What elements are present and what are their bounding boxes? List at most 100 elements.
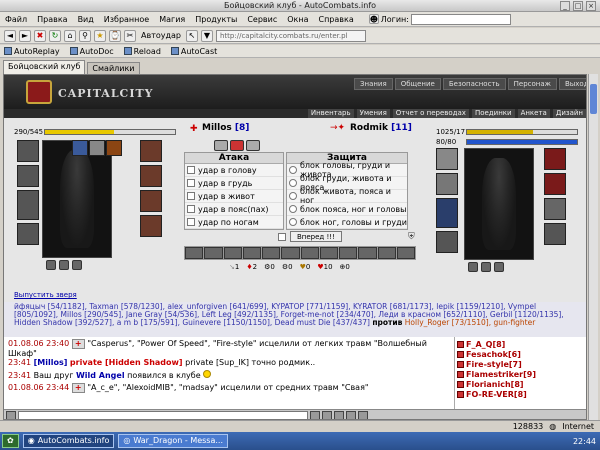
defense-row[interactable]: блок пояса, ног и головы (287, 203, 407, 216)
online-user[interactable]: Fesachok[6] (457, 349, 586, 359)
defense-radio[interactable] (289, 179, 297, 187)
enemy-boots-slot[interactable] (544, 223, 566, 245)
defense-radio[interactable] (289, 218, 297, 226)
spell-icon[interactable] (319, 247, 338, 259)
boots-slot[interactable] (140, 215, 162, 237)
menu-exit[interactable]: Выход (558, 78, 586, 90)
chat-time[interactable]: 01.08.06 23:44 (8, 383, 69, 392)
ring-slot[interactable] (481, 262, 491, 272)
bookmark-autocast[interactable]: AutoCast (170, 47, 217, 56)
online-user[interactable]: Florianich[8] (457, 379, 586, 389)
submenu-transfers[interactable]: Отчет о переводах (392, 109, 469, 118)
submenu-inventory[interactable]: Инвентарь (307, 109, 354, 118)
attack-checkbox[interactable] (187, 218, 195, 226)
enemy-name[interactable]: Rodmik [11] (350, 123, 412, 133)
search-icon[interactable]: ⚲ (79, 29, 91, 42)
bookmark-reload[interactable]: Reload (123, 47, 161, 56)
player-name[interactable]: Millos [8] (202, 123, 249, 133)
menu-help[interactable]: Справка (317, 15, 354, 24)
enemy-bracers-slot[interactable] (544, 173, 566, 195)
refresh-icon[interactable]: ↻ (49, 29, 61, 42)
attack-row[interactable]: удар в грудь (185, 177, 283, 190)
ring-slot[interactable] (494, 262, 504, 272)
opponents-list[interactable]: Holly_Roger [73/1510], gun-fighter (405, 318, 536, 327)
helmet-slot[interactable] (17, 140, 39, 162)
bookmark-autoreplay[interactable]: AutoReplay (4, 47, 60, 56)
attack-row[interactable]: удар по ногам (185, 216, 283, 229)
chat-settings-icon[interactable] (358, 411, 368, 419)
auto-checkbox[interactable] (278, 233, 286, 241)
close-button[interactable]: × (586, 1, 596, 11)
chat-friend[interactable]: Wild Angel (76, 371, 125, 380)
defense-radio[interactable] (289, 192, 297, 200)
taskbar-item-messenger[interactable]: ◎ War_Dragon - Messa... (118, 434, 229, 448)
attack-row[interactable]: удар в голову (185, 164, 283, 177)
history-icon[interactable]: ⌚ (109, 29, 121, 42)
enemy-belt-slot[interactable] (436, 231, 458, 253)
submenu-skills[interactable]: Умения (356, 109, 390, 118)
enemy-gloves-slot[interactable] (544, 148, 566, 170)
menu-security[interactable]: Безопасность (442, 78, 506, 90)
shield-slot[interactable] (140, 190, 162, 212)
menu-windows[interactable]: Окна (286, 15, 309, 24)
page-scrollbar[interactable] (588, 74, 598, 420)
spell-slot[interactable] (89, 140, 105, 156)
bracers-slot[interactable] (140, 165, 162, 187)
attack-checkbox[interactable] (187, 205, 195, 213)
spell-icon[interactable] (300, 247, 319, 259)
menu-knowledge[interactable]: Знания (354, 78, 393, 90)
ring-slot[interactable] (59, 260, 69, 270)
back-icon[interactable]: ◄ (4, 29, 16, 42)
spell-icon[interactable] (242, 247, 261, 259)
online-user[interactable]: FO-RE-VER[8] (457, 389, 586, 399)
filter-icon[interactable]: ▼ (201, 29, 213, 42)
menu-file[interactable]: Файл (4, 15, 28, 24)
chat-time[interactable]: 23:41 (8, 371, 31, 380)
scrollbar-thumb[interactable] (590, 84, 597, 114)
spell-icon[interactable] (262, 247, 281, 259)
smiley-picker-icon[interactable] (322, 411, 332, 419)
forward-button[interactable]: Вперед !!! (290, 231, 342, 242)
start-icon[interactable]: ✿ (2, 434, 19, 448)
ring-slot[interactable] (468, 262, 478, 272)
attack-row[interactable]: удар в пояс(пах) (185, 203, 283, 216)
bookmark-autodoc[interactable]: AutoDoc (69, 47, 114, 56)
attack-style-icon[interactable] (214, 140, 228, 151)
forward-icon[interactable]: ► (19, 29, 31, 42)
chat-menu-icon[interactable] (6, 411, 16, 419)
address-bar[interactable]: http://capitalcity.combats.ru/enter.pl (216, 29, 366, 42)
favorites-icon[interactable]: ★ (94, 29, 106, 42)
clear-chat-icon[interactable] (334, 411, 344, 419)
attack-row[interactable]: удар в живот (185, 190, 283, 203)
spell-icon[interactable] (339, 247, 358, 259)
menu-communication[interactable]: Общение (394, 78, 441, 90)
menu-products[interactable]: Продукты (194, 15, 238, 24)
online-user[interactable]: Flamestriker[9] (457, 369, 586, 379)
cursor-icon[interactable]: ↖ (186, 29, 198, 42)
menu-edit[interactable]: Правка (36, 15, 68, 24)
attack-checkbox[interactable] (187, 192, 195, 200)
enemy-cloak-slot[interactable] (436, 198, 458, 228)
ring-slot[interactable] (72, 260, 82, 270)
auto-strike-label[interactable]: Автоудар (141, 31, 181, 40)
menu-favorites[interactable]: Избранное (103, 15, 150, 24)
spell-slot[interactable] (72, 140, 88, 156)
menu-service[interactable]: Сервис (246, 15, 278, 24)
login-select[interactable] (410, 13, 511, 25)
filter-chat-icon[interactable] (346, 411, 356, 419)
online-user[interactable]: Fire-style[7] (457, 359, 586, 369)
chat-private-target[interactable]: private [Hidden Shadow] (70, 358, 183, 367)
maximize-button[interactable]: □ (573, 1, 583, 11)
spell-icon[interactable] (185, 247, 204, 259)
menu-magic[interactable]: Магия (158, 15, 186, 24)
ring-slot[interactable] (46, 260, 56, 270)
chat-time[interactable]: 23:41 (8, 358, 31, 367)
submenu-battles[interactable]: Поединки (471, 109, 515, 118)
menu-view[interactable]: Вид (77, 15, 95, 24)
tab-smileys[interactable]: Смайлики (87, 62, 140, 74)
submenu-profile[interactable]: Анкета (517, 109, 550, 118)
menu-character[interactable]: Персонаж (507, 78, 557, 90)
minimize-button[interactable]: _ (560, 1, 570, 11)
belt-slot[interactable] (17, 223, 39, 245)
spell-icon[interactable] (358, 247, 377, 259)
